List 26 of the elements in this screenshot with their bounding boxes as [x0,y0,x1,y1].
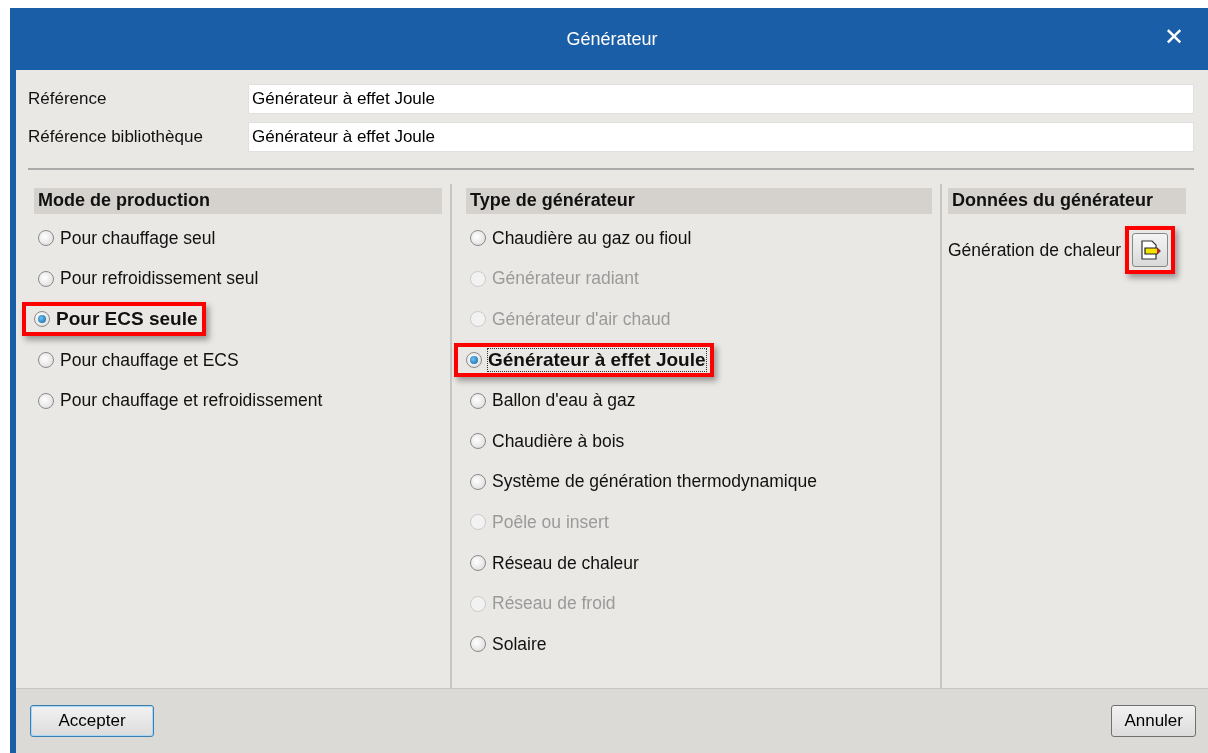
field-label: Référence [28,89,108,109]
accept-button[interactable]: Accepter [30,705,154,737]
radio-option[interactable]: Système de génération thermodynamique [462,465,825,499]
radio-option[interactable]: Pour chauffage et ECS [30,343,247,377]
close-button[interactable]: ✕ [1157,22,1190,52]
document-pencil-icon [1138,239,1163,261]
input-field[interactable]: Générateur à effet Joule [248,122,1194,152]
radio-option[interactable]: Pour chauffage et refroidissement [30,384,331,418]
edit-button[interactable] [1132,233,1169,267]
radio-option[interactable]: Pour refroidissement seul [30,262,267,296]
radio-option[interactable]: Solaire [462,627,555,661]
window-title: Générateur [566,28,658,50]
cancel-button[interactable]: Annuler [1111,705,1196,737]
radio-option[interactable]: Chaudière au gaz ou fioul [462,221,700,255]
radio-option[interactable]: Ballon d'eau à gaz [462,384,644,418]
field-label: Référence bibliothèque [28,127,204,147]
section-header: Données du générateur [948,188,1186,214]
field-label: Génération de chaleur [948,239,1122,261]
input-field[interactable]: Générateur à effet Joule [248,84,1194,114]
radio-option[interactable]: Pour chauffage seul [30,221,224,255]
radio-option[interactable]: Chaudière à bois [462,424,633,458]
radio-option[interactable]: Pour ECS seule [22,302,206,337]
radio-option[interactable]: Réseau de chaleur [462,546,647,580]
radio-option[interactable]: Générateur à effet Joule [454,343,714,378]
section-header: Mode de production [34,188,442,214]
section-header: Type de générateur [466,188,932,214]
